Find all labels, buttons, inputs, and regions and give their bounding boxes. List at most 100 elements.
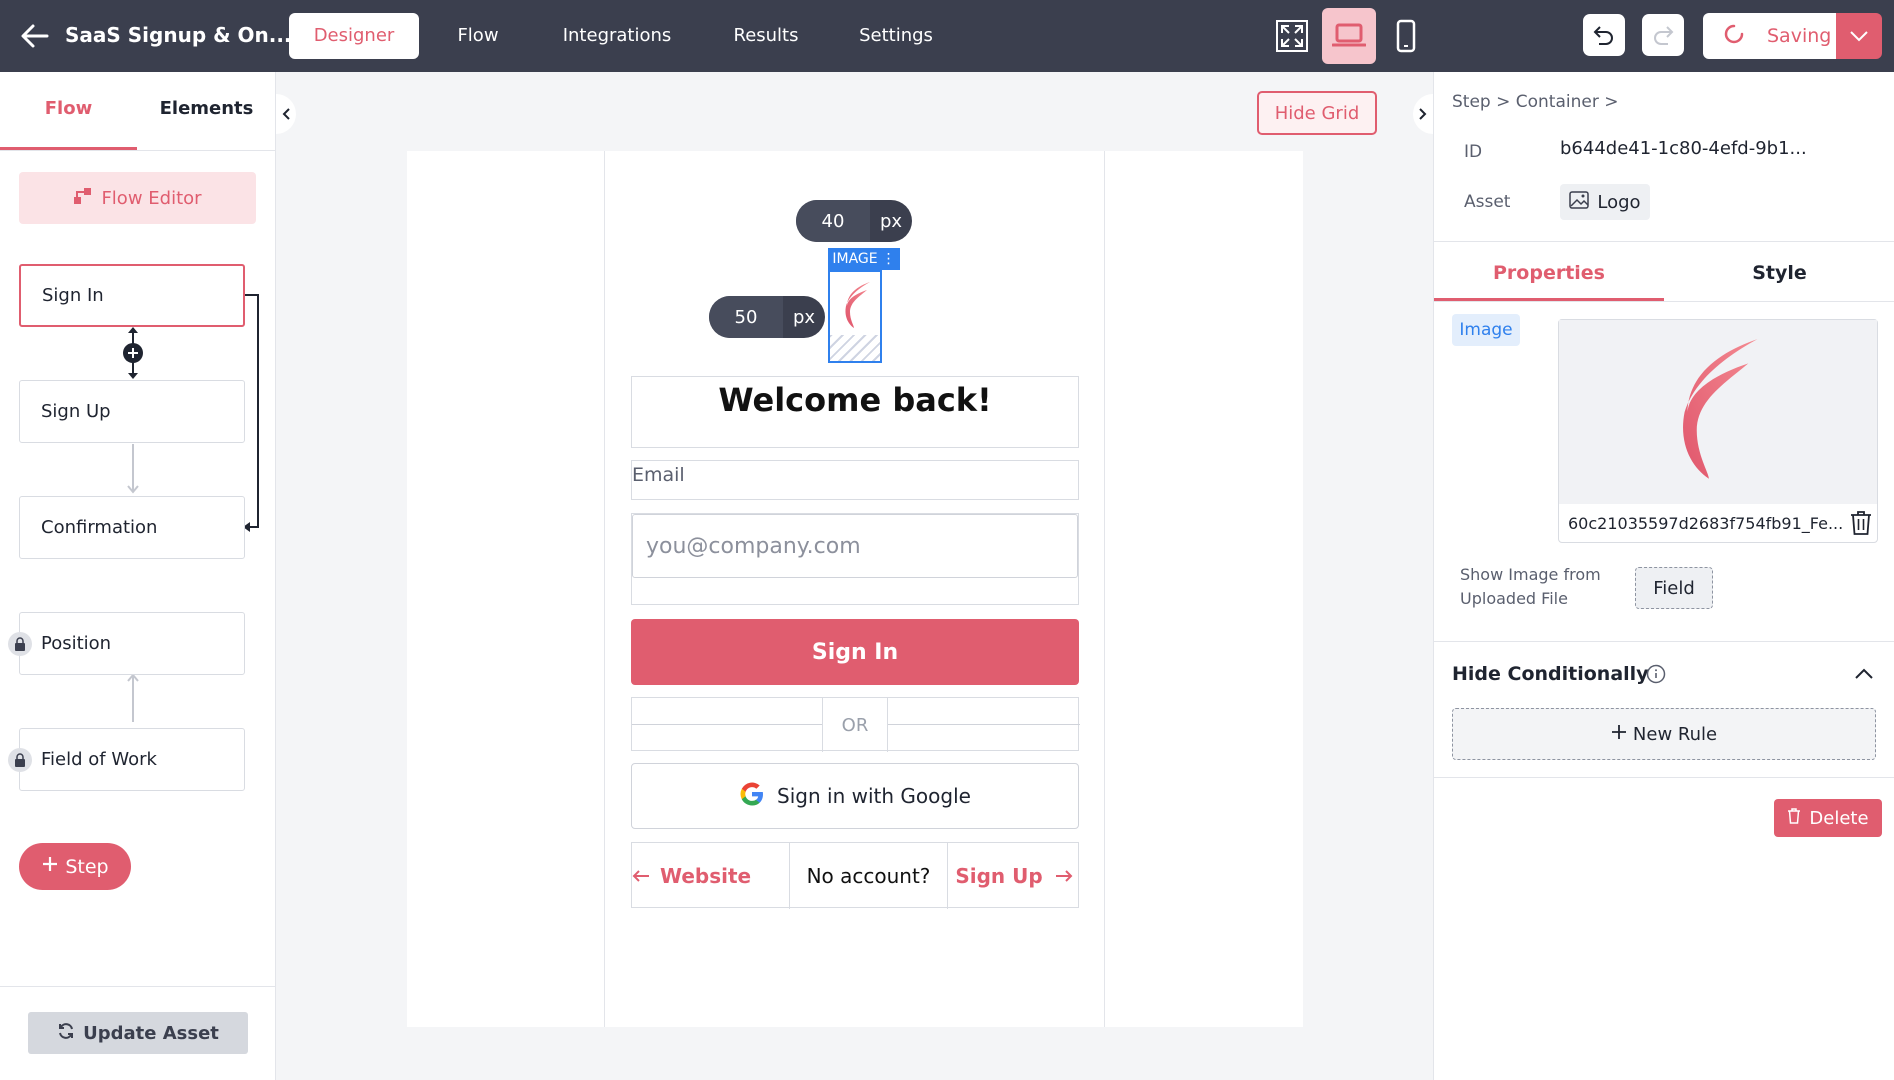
step-label: Sign In [42, 285, 104, 306]
image-preview-area [1559, 320, 1877, 504]
width-unit: px [879, 210, 903, 232]
lock-icon [8, 632, 32, 656]
step-position[interactable]: Position [19, 612, 245, 675]
logo-icon [845, 282, 870, 328]
chevron-up-icon[interactable] [1854, 666, 1874, 685]
back-arrow-icon[interactable] [20, 22, 50, 50]
padding-hatch [830, 335, 880, 361]
fullscreen-icon[interactable] [1270, 14, 1314, 58]
sign-up-label: Sign Up [955, 864, 1043, 888]
panel-divider [0, 986, 276, 987]
arrow-left-icon [632, 864, 650, 888]
info-icon[interactable] [1646, 664, 1666, 688]
email-field-wrapper[interactable]: you@company.com [631, 513, 1079, 605]
asset-key: Asset [1464, 192, 1511, 212]
step-label: Confirmation [41, 517, 158, 538]
image-badge: Image [1452, 314, 1520, 346]
undo-icon[interactable] [1583, 14, 1625, 56]
asset-chip[interactable]: Logo [1560, 184, 1650, 220]
top-bar: SaaS Signup & On... Designer Flow Integr… [0, 0, 1894, 72]
step-sign-in[interactable]: Sign In [19, 264, 245, 327]
email-input[interactable]: you@company.com [632, 514, 1078, 578]
asset-value: Logo [1597, 191, 1641, 213]
tab-settings[interactable]: Settings [852, 13, 940, 59]
update-asset-button[interactable]: Update Asset [28, 1012, 248, 1054]
google-signin-label: Sign in with Google [777, 784, 971, 808]
arrow-right-icon [1055, 864, 1073, 888]
sign-up-link[interactable]: Sign Up [948, 843, 1080, 909]
delete-button[interactable]: Delete [1774, 799, 1882, 837]
breadcrumb[interactable]: Step > Container > [1452, 92, 1618, 112]
image-tag-label: IMAGE [832, 251, 878, 267]
step-field-of-work[interactable]: Field of Work [19, 728, 245, 791]
width-pill[interactable]: 40 px [796, 200, 912, 242]
image-icon [1569, 190, 1590, 214]
app-title: SaaS Signup & On... [65, 23, 292, 47]
file-name: 60c21035597d2683f754fb91_Fe... [1568, 514, 1844, 533]
or-divider: OR [631, 697, 1080, 752]
section-divider [1434, 777, 1894, 778]
or-line-left [632, 724, 822, 725]
redo-icon[interactable] [1642, 14, 1684, 56]
collapse-left-panel-chevron-icon[interactable] [276, 94, 296, 134]
plus-icon [1611, 724, 1627, 745]
collapse-right-panel-chevron-icon[interactable] [1413, 94, 1433, 134]
spinner-icon [1723, 23, 1745, 50]
laptop-icon[interactable] [1322, 8, 1376, 64]
height-unit: px [792, 306, 816, 328]
show-from-label: Show Image from Uploaded File [1460, 565, 1601, 608]
step-sign-up[interactable]: Sign Up [19, 380, 245, 443]
new-rule-button[interactable]: New Rule [1452, 708, 1876, 760]
mobile-icon[interactable] [1384, 14, 1428, 58]
image-element-tag[interactable]: IMAGE ⋮ [828, 248, 900, 270]
add-step-label: Step [65, 855, 109, 878]
no-account-label: No account? [806, 864, 931, 888]
saving-label: Saving [1767, 25, 1832, 47]
step-confirmation[interactable]: Confirmation [19, 496, 245, 559]
step-label: Sign Up [41, 401, 111, 422]
kebab-menu-icon[interactable]: ⋮ [882, 251, 896, 267]
field-chip[interactable]: Field [1635, 567, 1713, 609]
step-label: Position [41, 633, 112, 654]
lock-icon [8, 748, 32, 772]
section-divider [1434, 641, 1894, 642]
trash-icon [1787, 807, 1801, 829]
trash-icon[interactable] [1849, 510, 1873, 540]
hide-conditionally-heading[interactable]: Hide Conditionally [1452, 663, 1649, 685]
website-link[interactable]: Website [632, 843, 790, 909]
active-tab-underline [1434, 298, 1664, 301]
footer-row: Website No account? Sign Up [631, 842, 1080, 909]
update-asset-label: Update Asset [83, 1022, 219, 1044]
or-label: OR [822, 698, 888, 752]
tab-style[interactable]: Style [1664, 262, 1894, 284]
tab-flow[interactable]: Flow [445, 13, 511, 59]
selected-logo-image[interactable] [828, 270, 882, 363]
height-value[interactable]: 50 [709, 296, 783, 338]
email-label[interactable]: Email [631, 460, 1079, 500]
logo-icon [1683, 339, 1758, 479]
hide-grid-button[interactable]: Hide Grid [1257, 91, 1377, 135]
new-rule-label: New Rule [1632, 723, 1718, 745]
welcome-heading[interactable]: Welcome back! [631, 376, 1079, 448]
sign-in-button[interactable]: Sign In [631, 619, 1079, 685]
width-value[interactable]: 40 [796, 200, 870, 242]
no-account-text: No account? [790, 843, 948, 909]
save-options-chevron-icon[interactable] [1836, 13, 1882, 59]
step-label: Field of Work [41, 749, 157, 770]
saving-button[interactable]: Saving [1703, 13, 1836, 59]
tab-results[interactable]: Results [725, 13, 807, 59]
height-pill[interactable]: 50 px [709, 296, 825, 338]
plus-icon [41, 855, 59, 878]
left-panel: Flow Elements Flow Editor Sign In Sign U… [0, 72, 276, 1080]
website-label: Website [660, 864, 752, 888]
google-signin-button[interactable]: Sign in with Google [631, 763, 1079, 829]
id-value: b644de41-1c80-4efd-9b1... [1560, 138, 1807, 159]
image-preview[interactable]: 60c21035597d2683f754fb91_Fe... [1558, 319, 1878, 543]
tab-properties[interactable]: Properties [1434, 262, 1664, 284]
right-panel: Step > Container > ID b644de41-1c80-4efd… [1433, 72, 1894, 1080]
add-step-button[interactable]: Step [19, 843, 131, 890]
or-line-right [888, 724, 1080, 725]
google-icon [739, 781, 765, 812]
tab-designer[interactable]: Designer [289, 13, 419, 59]
tab-integrations[interactable]: Integrations [557, 13, 677, 59]
